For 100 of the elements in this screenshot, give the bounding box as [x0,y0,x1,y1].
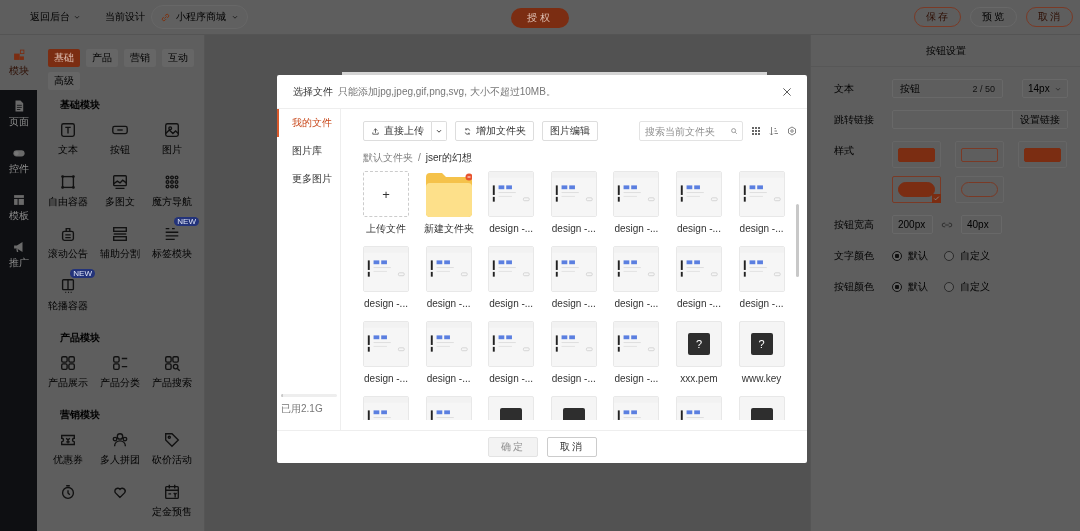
sort-button[interactable] [769,126,779,136]
panel-title: 按钮设置 [811,35,1080,67]
file-tile[interactable]: ? [675,321,722,367]
component-item[interactable]: 多图文 [94,167,146,219]
component-item[interactable]: 按钮 [94,115,146,167]
search-field[interactable]: 搜索当前文件夹 [639,121,743,141]
search-icon [730,127,738,135]
list-lines-icon [163,225,181,243]
radio-option[interactable]: 默认 [892,246,928,265]
radio-button[interactable] [944,281,954,292]
section-title: 营销模块 [60,408,101,422]
breadcrumb-link[interactable]: 默认文件夹 [363,150,413,165]
radio-button[interactable] [892,281,902,292]
radio-button[interactable] [944,250,954,261]
char-counter: 2 / 50 [972,83,995,94]
radio-option[interactable]: 自定义 [944,277,990,296]
file-name: design -... [677,222,721,235]
upload-tile[interactable]: + [363,171,409,217]
rail-tab[interactable]: 页面 [0,90,37,137]
component-item[interactable]: 自由容器 [42,167,94,219]
action-button[interactable]: 保存 [914,7,961,27]
link-field[interactable]: 设置链接 [892,110,1068,129]
image-edit-button[interactable]: 图片编辑 [542,121,598,141]
radio-label: 自定义 [960,249,990,263]
action-button[interactable]: 取消 [1026,7,1073,27]
scrollbar[interactable] [796,204,799,277]
category-tab[interactable]: 产品 [86,49,118,67]
component-item[interactable]: 辅助分割 [94,219,146,271]
settings-button[interactable] [787,126,797,136]
file-name: design -... [364,372,408,385]
rail-tab[interactable]: 控件 [0,137,37,184]
design-select[interactable]: 小程序商城 [151,5,248,29]
dots-grid-icon [163,173,181,191]
authorize-button[interactable]: 授权 [511,7,569,28]
cancel-button[interactable]: 取消 [546,437,597,457]
width-field[interactable]: 200px [892,215,933,234]
radio-label: 自定义 [960,280,990,294]
component-item[interactable]: 产品展示 [42,348,94,400]
design-label: 当前设计 [105,10,145,24]
radio-button[interactable] [892,250,902,261]
divider-icon [111,225,129,243]
gallery-icon [111,173,129,191]
component-item[interactable]: 魔方导航 [146,167,198,219]
component-item[interactable]: 图片 [146,115,198,167]
component-item[interactable]: NEW 轮播容器 [42,271,94,323]
font-size-select[interactable]: 14px [1022,79,1068,98]
radio-option[interactable]: 默认 [892,277,928,296]
timer-icon [59,483,77,501]
category-tab[interactable]: 营销 [124,49,156,67]
file-name: design -... [614,222,659,235]
component-item[interactable]: 产品分类 [94,348,146,400]
component-item[interactable]: 滚动公告 [42,219,94,271]
component-item[interactable]: 多人拼团 [94,425,146,477]
field-value: 按钮 [900,81,920,96]
field-label: 文本 [834,82,855,96]
file-tile[interactable]: ? [738,321,785,367]
caret-icon [231,13,239,21]
people-icon [111,431,129,449]
action-button[interactable]: 预览 [970,7,1017,27]
calendar-icon [163,483,181,501]
field-label: 样式 [834,144,855,158]
megaphone-icon [11,239,26,254]
grid-icon [59,354,77,372]
upload-button[interactable]: 直接上传 [363,121,432,141]
category-tab[interactable]: 基础 [48,49,80,67]
back-menu[interactable]: 返回后台 [28,8,83,26]
text-field[interactable]: 按钮 2 / 50 [892,79,1003,98]
tag-icon [163,431,181,449]
rail-tab[interactable]: 推广 [0,231,37,278]
file-name: design -... [739,222,784,235]
component-item[interactable]: NEW 标签模块 [146,219,198,271]
nav-tab[interactable]: 图片库 [277,137,340,165]
unknown-file-badge: ? [750,333,773,355]
blocks-icon [11,47,26,62]
folder-icon [425,171,472,217]
section-title: 基础模块 [60,98,101,112]
rail-tab[interactable]: 模板 [0,184,37,231]
layout-icon [11,192,26,207]
component-item[interactable]: 优惠券 [42,425,94,477]
file-name: design -... [364,297,408,310]
dialog-title: 选择文件 [293,84,333,99]
component-item[interactable]: 文本 [42,115,94,167]
file-name: design -... [426,372,471,385]
radio-option[interactable]: 自定义 [944,246,990,265]
height-field[interactable]: 40px [961,215,1002,234]
new-badge: NEW [174,217,199,226]
nav-tab[interactable]: 更多图片 [277,165,340,193]
file-name: design -... [551,297,596,310]
component-item[interactable]: 产品搜索 [146,348,198,400]
grid-view-button[interactable] [751,126,761,136]
check-icon [932,194,941,203]
nav-tab[interactable]: 我的文件 [277,109,340,137]
category-tab[interactable]: 高级 [48,72,80,90]
add-folder-button[interactable]: 增加文件夹 [455,121,534,141]
new-badge: NEW [70,269,95,278]
rail-tab[interactable]: 模块 [0,35,37,90]
file-name: design -... [677,297,721,310]
category-tab[interactable]: 互动 [162,49,194,67]
component-item[interactable]: 砍价活动 [146,425,198,477]
component-item[interactable]: 定金预售 [146,477,198,529]
